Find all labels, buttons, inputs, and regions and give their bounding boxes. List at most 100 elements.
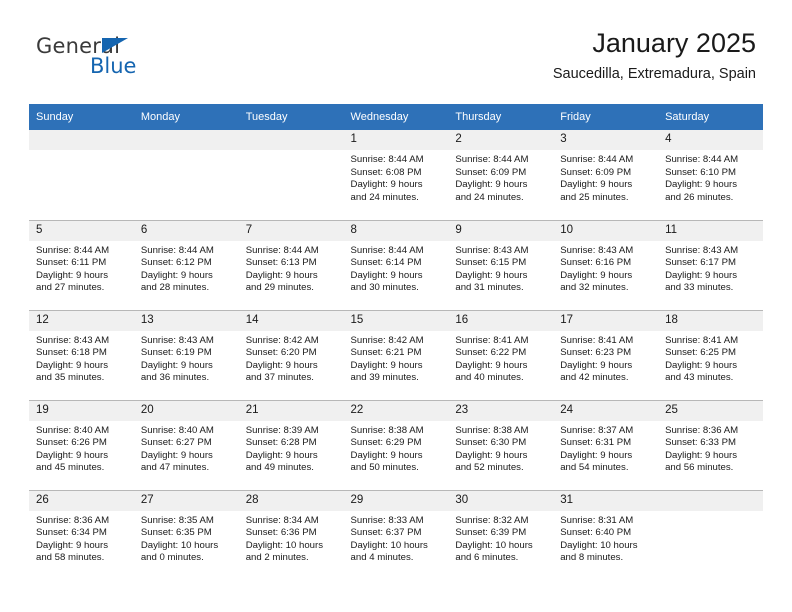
daylight-text-line1: Daylight: 9 hours (350, 269, 423, 281)
day-cell-inner: 27 Sunrise: 8:35 AM Sunset: 6:35 PM Dayligh… (133, 490, 239, 581)
calendar-day-cell[interactable]: 27 Sunrise: 8:35 AM Sunset: 6:35 PM Dayligh… (133, 489, 239, 581)
day-number: 8 (343, 220, 449, 241)
sunset-text: Sunset: 6:36 PM (245, 527, 317, 539)
sunrise-text: Sunrise: 8:37 AM (560, 424, 634, 436)
calendar-day-cell[interactable]: 2 Sunrise: 8:44 AM Sunset: 6:09 PM Daylight… (448, 130, 554, 220)
calendar-day-cell[interactable]: 10 Sunrise: 8:43 AM Sunset: 6:16 PM Dayligh… (553, 219, 659, 310)
daylight-text-line2: and 45 minutes. (36, 462, 105, 474)
calendar-day-cell[interactable]: 16 Sunrise: 8:41 AM Sunset: 6:22 PM Dayligh… (448, 309, 554, 400)
calendar-day-cell[interactable]: 19 Sunrise: 8:40 AM Sunset: 6:26 PM Dayligh… (29, 399, 134, 490)
sunset-text: Sunset: 6:25 PM (665, 347, 736, 359)
calendar-day-cell[interactable]: 11 Sunrise: 8:43 AM Sunset: 6:17 PM Dayligh… (658, 219, 763, 310)
calendar-day-cell[interactable]: 14 Sunrise: 8:42 AM Sunset: 6:20 PM Dayligh… (238, 309, 344, 400)
calendar-day-cell[interactable]: 29 Sunrise: 8:33 AM Sunset: 6:37 PM Dayligh… (343, 489, 449, 580)
calendar-day-cell[interactable]: 9 Sunrise: 8:43 AM Sunset: 6:15 PM Daylight… (448, 219, 554, 310)
calendar-day-cell[interactable]: 17 Sunrise: 8:41 AM Sunset: 6:23 PM Dayligh… (553, 309, 659, 400)
day-number: 5 (29, 220, 134, 241)
calendar-body: 1 Sunrise: 8:44 AM Sunset: 6:08 PM Daylight… (29, 130, 763, 580)
calendar-day-cell[interactable]: 13 Sunrise: 8:43 AM Sunset: 6:19 PM Dayligh… (133, 309, 239, 400)
sunset-text: Sunset: 6:14 PM (350, 257, 422, 269)
day-info: Sunrise: 8:43 AM Sunset: 6:17 PM Daylight:… (658, 241, 763, 295)
page-subtitle: Saucedilla, Extremadura, Spain (552, 66, 756, 83)
day-info: Sunrise: 8:35 AM Sunset: 6:35 PM Daylight:… (134, 511, 239, 565)
sunrise-text: Sunrise: 8:33 AM (350, 514, 424, 526)
sunrise-text: Sunrise: 8:44 AM (350, 154, 424, 165)
day-number: 24 (553, 400, 659, 421)
day-number: 31 (553, 490, 659, 511)
day-cell-inner: 2 Sunrise: 8:44 AM Sunset: 6:09 PM Daylight… (448, 130, 554, 220)
sunset-text: Sunset: 6:08 PM (350, 166, 422, 178)
day-number: 11 (658, 220, 763, 241)
day-number (238, 130, 344, 150)
day-info: Sunrise: 8:44 AM Sunset: 6:14 PM Daylight:… (344, 241, 449, 295)
calendar-day-cell[interactable]: 18 Sunrise: 8:41 AM Sunset: 6:25 PM Dayligh… (658, 309, 763, 400)
sunrise-text: Sunrise: 8:40 AM (140, 424, 214, 436)
daylight-text-line2: and 28 minutes. (140, 282, 210, 294)
day-cell-inner: 28 Sunrise: 8:34 AM Sunset: 6:36 PM Dayligh… (238, 490, 344, 581)
calendar-day-cell[interactable]: 23 Sunrise: 8:38 AM Sunset: 6:30 PM Dayligh… (448, 399, 554, 490)
day-cell-inner: 11 Sunrise: 8:43 AM Sunset: 6:17 PM Dayligh… (658, 220, 763, 310)
calendar-day-cell[interactable]: 7 Sunrise: 8:44 AM Sunset: 6:13 PM Daylight… (238, 219, 344, 310)
calendar-day-cell[interactable]: 12 Sunrise: 8:43 AM Sunset: 6:18 PM Dayligh… (29, 309, 134, 400)
day-cell-inner: 17 Sunrise: 8:41 AM Sunset: 6:23 PM Dayligh… (553, 310, 659, 400)
sunset-text: Sunset: 6:18 PM (36, 347, 107, 359)
page-title: January 2025 (592, 28, 756, 58)
day-cell-inner: 19 Sunrise: 8:40 AM Sunset: 6:26 PM Dayligh… (29, 400, 134, 490)
calendar-day-cell[interactable]: 31 Sunrise: 8:31 AM Sunset: 6:40 PM Dayligh… (553, 489, 659, 580)
day-info: Sunrise: 8:40 AM Sunset: 6:27 PM Daylight:… (134, 421, 239, 475)
day-number: 20 (133, 400, 239, 421)
calendar-day-cell[interactable]: 3 Sunrise: 8:44 AM Sunset: 6:09 PM Daylight… (553, 130, 659, 220)
calendar-day-cell[interactable]: 6 Sunrise: 8:44 AM Sunset: 6:12 PM Daylight… (133, 219, 239, 310)
calendar-empty-cell (133, 130, 239, 220)
sunset-text: Sunset: 6:37 PM (350, 527, 422, 539)
calendar-day-cell[interactable]: 22 Sunrise: 8:38 AM Sunset: 6:29 PM Dayligh… (343, 399, 449, 490)
weekday-header-friday: Friday (553, 104, 659, 130)
daylight-text-line2: and 6 minutes. (455, 552, 519, 564)
day-cell-inner: 22 Sunrise: 8:38 AM Sunset: 6:29 PM Dayligh… (343, 400, 449, 490)
day-info: Sunrise: 8:36 AM Sunset: 6:33 PM Daylight:… (658, 421, 763, 475)
daylight-text-line1: Daylight: 10 hours (350, 539, 428, 551)
day-cell-inner: 18 Sunrise: 8:41 AM Sunset: 6:25 PM Dayligh… (658, 310, 763, 400)
day-info: Sunrise: 8:36 AM Sunset: 6:34 PM Daylight:… (29, 511, 134, 565)
daylight-text-line1: Daylight: 9 hours (455, 269, 528, 281)
sunset-text: Sunset: 6:33 PM (665, 437, 736, 449)
sunrise-text: Sunrise: 8:43 AM (455, 244, 529, 256)
day-cell-inner: 7 Sunrise: 8:44 AM Sunset: 6:13 PM Daylight… (238, 220, 344, 310)
calendar-day-cell[interactable]: 8 Sunrise: 8:44 AM Sunset: 6:14 PM Daylight… (343, 219, 449, 310)
calendar-day-cell[interactable]: 1 Sunrise: 8:44 AM Sunset: 6:08 PM Daylight… (343, 130, 449, 220)
calendar-day-cell[interactable]: 24 Sunrise: 8:37 AM Sunset: 6:31 PM Dayligh… (553, 399, 659, 490)
calendar-day-cell[interactable]: 26 Sunrise: 8:36 AM Sunset: 6:34 PM Dayligh… (29, 489, 134, 580)
day-info: Sunrise: 8:44 AM Sunset: 6:10 PM Daylight:… (658, 150, 763, 204)
daylight-text-line1: Daylight: 9 hours (350, 359, 423, 371)
sunrise-text: Sunrise: 8:34 AM (245, 514, 319, 526)
sunset-text: Sunset: 6:09 PM (560, 166, 632, 178)
sunrise-text: Sunrise: 8:41 AM (455, 334, 529, 346)
calendar-day-cell[interactable]: 15 Sunrise: 8:42 AM Sunset: 6:21 PM Dayligh… (343, 309, 449, 400)
day-cell-inner: 6 Sunrise: 8:44 AM Sunset: 6:12 PM Daylight… (133, 220, 239, 310)
calendar-day-cell[interactable]: 20 Sunrise: 8:40 AM Sunset: 6:27 PM Dayligh… (133, 399, 239, 490)
calendar-day-cell[interactable]: 25 Sunrise: 8:36 AM Sunset: 6:33 PM Dayligh… (658, 399, 763, 490)
calendar-day-cell[interactable]: 28 Sunrise: 8:34 AM Sunset: 6:36 PM Dayligh… (238, 489, 344, 581)
daylight-text-line1: Daylight: 9 hours (665, 269, 738, 281)
daylight-text-line2: and 27 minutes. (36, 282, 105, 294)
calendar-day-cell[interactable]: 30 Sunrise: 8:32 AM Sunset: 6:39 PM Dayligh… (448, 489, 554, 580)
sunrise-text: Sunrise: 8:43 AM (140, 334, 214, 346)
day-cell-inner: 10 Sunrise: 8:43 AM Sunset: 6:16 PM Dayligh… (553, 220, 659, 310)
day-info: Sunrise: 8:44 AM Sunset: 6:09 PM Daylight:… (448, 150, 553, 204)
sunrise-text: Sunrise: 8:44 AM (560, 154, 634, 165)
day-info: Sunrise: 8:41 AM Sunset: 6:22 PM Daylight:… (448, 331, 553, 385)
calendar-week-row: 12 Sunrise: 8:43 AM Sunset: 6:18 PM Dayligh… (29, 309, 763, 400)
calendar-day-cell[interactable]: 4 Sunrise: 8:44 AM Sunset: 6:10 PM Daylight… (658, 130, 763, 220)
sunrise-text: Sunrise: 8:44 AM (140, 244, 214, 256)
calendar-day-cell[interactable]: 21 Sunrise: 8:39 AM Sunset: 6:28 PM Dayligh… (238, 399, 344, 490)
sunset-text: Sunset: 6:10 PM (665, 166, 736, 178)
sunset-text: Sunset: 6:17 PM (665, 257, 736, 269)
daylight-text-line2: and 52 minutes. (455, 462, 524, 474)
calendar-day-cell[interactable]: 5 Sunrise: 8:44 AM Sunset: 6:11 PM Daylight… (29, 219, 134, 310)
daylight-text-line1: Daylight: 9 hours (350, 449, 423, 461)
day-cell-inner (238, 130, 344, 220)
sunset-text: Sunset: 6:40 PM (560, 527, 632, 539)
day-info: Sunrise: 8:38 AM Sunset: 6:30 PM Daylight:… (448, 421, 553, 475)
sunset-text: Sunset: 6:30 PM (455, 437, 527, 449)
daylight-text-line1: Daylight: 9 hours (560, 179, 633, 191)
